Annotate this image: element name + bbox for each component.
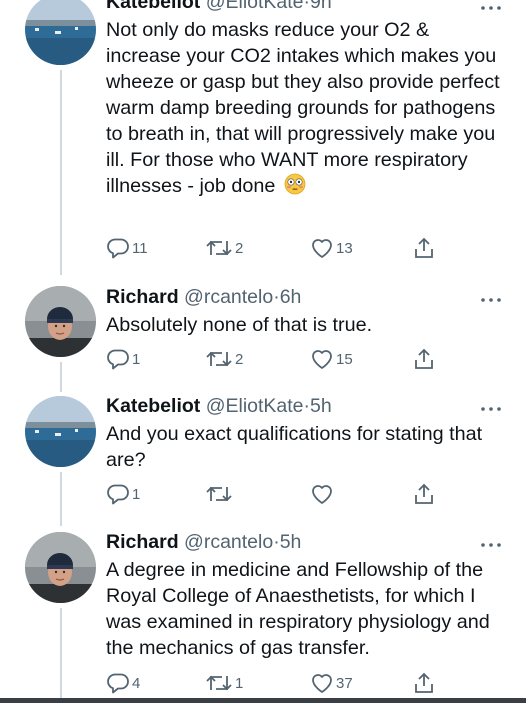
tweet-text: And you exact qualifications for stating… xyxy=(106,423,483,471)
reply-count: 1 xyxy=(132,350,141,368)
retweet-count: 2 xyxy=(235,350,244,368)
reply-count: 1 xyxy=(132,485,141,503)
more-options-icon[interactable] xyxy=(480,401,502,411)
heart-icon xyxy=(312,350,332,369)
share-button[interactable] xyxy=(413,346,435,372)
like-count: 37 xyxy=(336,674,353,692)
reply-button[interactable]: 1 xyxy=(106,481,140,507)
tweet-text: A degree in medicine and Fellowship of t… xyxy=(106,559,490,659)
reply-count: 4 xyxy=(132,674,141,692)
more-options-icon[interactable] xyxy=(480,0,502,10)
retweet-count: 1 xyxy=(235,674,244,692)
share-button[interactable] xyxy=(413,235,435,261)
more-options-icon[interactable] xyxy=(480,537,502,547)
display-name[interactable]: Katebeliot xyxy=(106,0,200,13)
tweet[interactable]: Richard @rcantelo·6h Absolutely none of … xyxy=(0,280,526,390)
retweet-icon xyxy=(206,675,232,691)
timestamp[interactable]: 5h xyxy=(310,395,332,417)
tweet[interactable]: Richard @rcantelo·5h A degree in medicin… xyxy=(0,525,526,703)
tweet-text: Not only do masks reduce your O2 & incre… xyxy=(106,19,500,197)
tweet[interactable]: Katebeliot @EliotKate·5h And you exact q… xyxy=(0,390,526,525)
retweet-button[interactable]: 2 xyxy=(205,346,243,372)
user-handle[interactable]: @EliotKate xyxy=(206,395,304,417)
flushed-face-emoji xyxy=(284,173,306,202)
timestamp[interactable]: 5h xyxy=(280,531,302,553)
like-button[interactable]: 15 xyxy=(310,346,353,372)
reply-icon xyxy=(107,673,129,694)
man-in-beanie-avatar xyxy=(25,532,96,603)
tweet[interactable]: Katebeliot @EliotKate·9h Not only do mas… xyxy=(0,0,526,280)
retweet-icon xyxy=(206,486,232,502)
reply-button[interactable]: 1 xyxy=(106,346,140,372)
heart-icon xyxy=(312,485,332,504)
like-button[interactable]: 37 xyxy=(310,670,353,696)
user-handle[interactable]: @EliotKate xyxy=(206,0,304,13)
like-button[interactable] xyxy=(310,481,336,507)
reply-icon xyxy=(107,349,129,370)
harbour-landscape-avatar xyxy=(25,396,96,467)
bottom-bar xyxy=(0,698,526,703)
harbour-landscape-avatar xyxy=(25,0,96,65)
reply-button[interactable]: 11 xyxy=(106,235,148,261)
retweet-count: 2 xyxy=(235,239,244,257)
avatar[interactable] xyxy=(25,532,96,603)
tweet-thread: Katebeliot @EliotKate·9h Not only do mas… xyxy=(0,0,526,703)
avatar[interactable] xyxy=(25,0,96,65)
like-count: 15 xyxy=(336,350,353,368)
retweet-icon xyxy=(206,240,232,256)
reply-button[interactable]: 4 xyxy=(106,670,140,696)
retweet-button[interactable]: 1 xyxy=(205,670,243,696)
heart-icon xyxy=(312,674,332,693)
retweet-button[interactable]: 2 xyxy=(205,235,243,261)
share-icon xyxy=(415,348,433,369)
display-name[interactable]: Katebeliot xyxy=(106,395,200,417)
retweet-icon xyxy=(206,351,232,367)
timestamp[interactable]: 9h xyxy=(310,0,332,13)
share-icon xyxy=(415,483,433,504)
share-icon xyxy=(415,672,433,693)
display-name[interactable]: Richard xyxy=(106,531,179,553)
share-button[interactable] xyxy=(413,481,435,507)
user-handle[interactable]: @rcantelo xyxy=(184,531,273,553)
like-count: 13 xyxy=(336,239,353,257)
share-icon xyxy=(415,237,433,258)
reply-icon xyxy=(107,238,129,259)
share-button[interactable] xyxy=(413,670,435,696)
more-options-icon[interactable] xyxy=(480,292,502,302)
retweet-button[interactable] xyxy=(205,481,235,507)
reply-count: 11 xyxy=(132,239,148,257)
reply-icon xyxy=(107,484,129,505)
avatar[interactable] xyxy=(25,396,96,467)
display-name[interactable]: Richard xyxy=(106,286,179,308)
like-button[interactable]: 13 xyxy=(310,235,353,261)
heart-icon xyxy=(312,239,332,258)
user-handle[interactable]: @rcantelo xyxy=(184,286,273,308)
timestamp[interactable]: 6h xyxy=(280,286,302,308)
tweet-text: Absolutely none of that is true. xyxy=(106,314,373,336)
